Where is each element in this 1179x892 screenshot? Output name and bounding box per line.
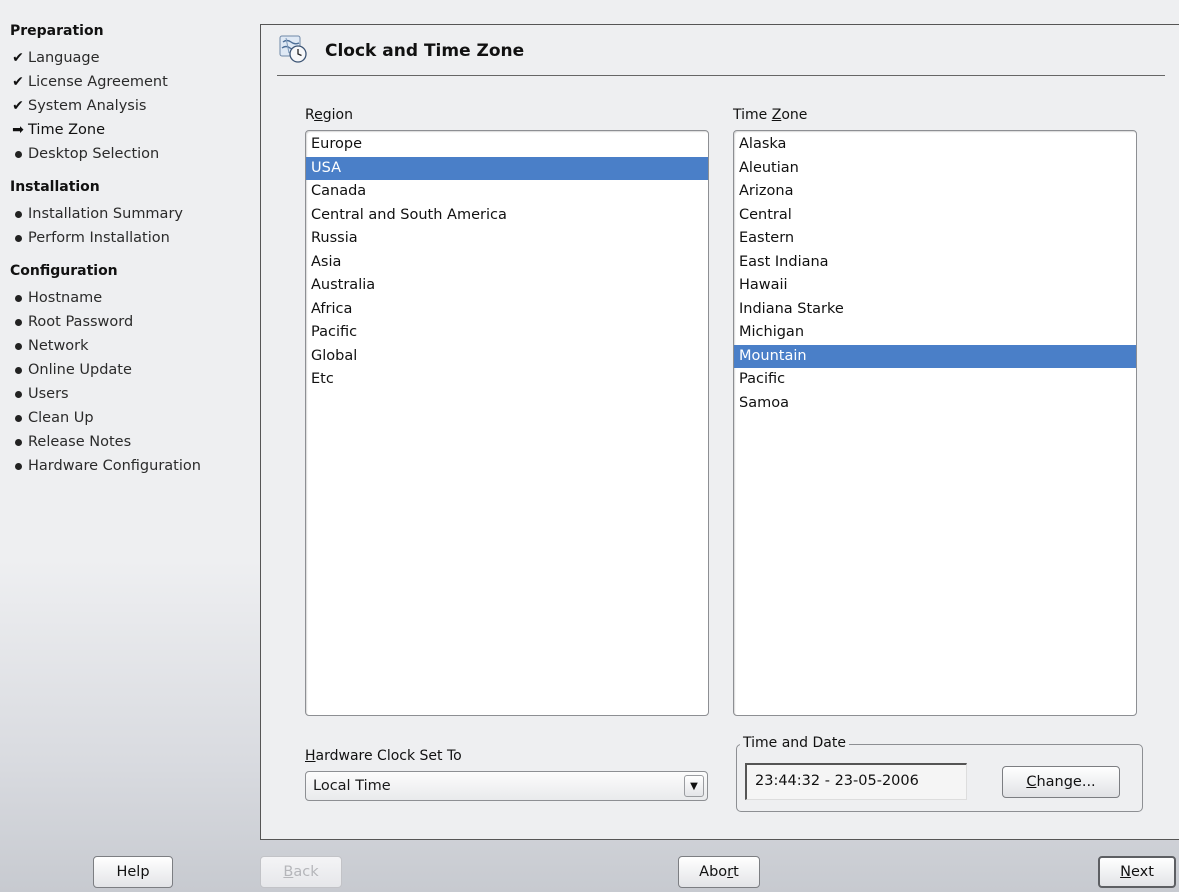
- sidebar-step-time-zone: ➡ Time Zone: [10, 118, 168, 142]
- timezone-option[interactable]: East Indiana: [734, 251, 1136, 275]
- sidebar-step-system-analysis: ✔ System Analysis: [10, 94, 168, 118]
- timezone-option[interactable]: Michigan: [734, 321, 1136, 345]
- timezone-label: Time Zone: [733, 107, 808, 123]
- help-button[interactable]: Help: [93, 856, 173, 888]
- timezone-option[interactable]: Aleutian: [734, 157, 1136, 181]
- region-option[interactable]: Central and South America: [306, 204, 708, 228]
- sidebar-step-clean-up: Clean Up: [10, 406, 201, 430]
- sidebar-step-label: Release Notes: [28, 434, 132, 450]
- region-option[interactable]: Asia: [306, 251, 708, 275]
- sidebar-step-label: Hostname: [28, 290, 103, 306]
- bullet-icon: [10, 151, 26, 158]
- sidebar-step-label: Time Zone: [28, 122, 106, 138]
- sidebar-step-label: Hardware Configuration: [28, 458, 201, 474]
- sidebar-step-label: Online Update: [28, 362, 132, 378]
- region-option[interactable]: Etc: [306, 368, 708, 392]
- sidebar-step-label: Clean Up: [28, 410, 94, 426]
- main-panel: Clock and Time Zone Region Europe USA Cana…: [260, 24, 1179, 840]
- sidebar-step-hostname: Hostname: [10, 286, 201, 310]
- sidebar-step-language: ✔ Language: [10, 46, 168, 70]
- back-button[interactable]: Back: [260, 856, 342, 888]
- region-listbox[interactable]: Europe USA Canada Central and South America…: [305, 130, 709, 716]
- timezone-option[interactable]: Arizona: [734, 180, 1136, 204]
- sidebar-step-label: Perform Installation: [28, 230, 170, 246]
- bullet-icon: [10, 319, 26, 326]
- time-date-display: 23:44:32 - 23-05-2006: [745, 763, 967, 800]
- hardware-clock-label: Hardware Clock Set To: [305, 748, 462, 764]
- page-title: Clock and Time Zone: [325, 41, 525, 61]
- time-and-date-group: Time and Date 23:44:32 - 23-05-2006 Chan…: [736, 735, 1143, 812]
- region-label: Region: [305, 107, 353, 123]
- bullet-icon: [10, 211, 26, 218]
- sidebar-step-license-agreement: ✔ License Agreement: [10, 70, 168, 94]
- region-option[interactable]: Pacific: [306, 321, 708, 345]
- sidebar-step-label: Desktop Selection: [28, 146, 160, 162]
- region-option[interactable]: Russia: [306, 227, 708, 251]
- bullet-icon: [10, 235, 26, 242]
- bullet-icon: [10, 391, 26, 398]
- timezone-option[interactable]: Hawaii: [734, 274, 1136, 298]
- sidebar-step-label: Root Password: [28, 314, 134, 330]
- sidebar-step-users: Users: [10, 382, 201, 406]
- timezone-option[interactable]: Pacific: [734, 368, 1136, 392]
- change-time-button[interactable]: Change...: [1002, 766, 1120, 798]
- timezone-option[interactable]: Indiana Starke: [734, 298, 1136, 322]
- hardware-clock-select[interactable]: Local Time ▼: [305, 771, 708, 801]
- sidebar-step-installation-summary: Installation Summary: [10, 202, 183, 226]
- region-option[interactable]: Europe: [306, 133, 708, 157]
- installation-steps-sidebar: Preparation ✔ Language ✔ License Agreement ✔…: [0, 0, 256, 830]
- sidebar-section-installation: Installation Installation Summary Perform…: [10, 178, 183, 250]
- hardware-clock-value: Local Time: [313, 778, 391, 794]
- timezone-listbox[interactable]: Alaska Aleutian Arizona Central Eastern East …: [733, 130, 1137, 716]
- time-and-date-legend: Time and Date: [740, 735, 849, 751]
- checkmark-icon: ✔: [12, 98, 24, 114]
- bullet-icon: [10, 439, 26, 446]
- sidebar-step-desktop-selection: Desktop Selection: [10, 142, 168, 166]
- sidebar-section-title: Preparation: [10, 23, 104, 39]
- timezone-option[interactable]: Alaska: [734, 133, 1136, 157]
- sidebar-step-label: Network: [28, 338, 89, 354]
- current-arrow-icon: ➡: [12, 122, 24, 138]
- header-divider: [277, 75, 1165, 76]
- sidebar-step-label: License Agreement: [28, 74, 168, 90]
- checkmark-icon: ✔: [12, 74, 24, 90]
- sidebar-step-label: Installation Summary: [28, 206, 183, 222]
- sidebar-step-label: Language: [28, 50, 100, 66]
- dropdown-arrow-icon[interactable]: ▼: [684, 775, 704, 797]
- sidebar-step-label: Users: [28, 386, 69, 402]
- next-button[interactable]: Next: [1098, 856, 1176, 888]
- page-header: Clock and Time Zone: [277, 35, 524, 67]
- sidebar-step-root-password: Root Password: [10, 310, 201, 334]
- timezone-option[interactable]: Samoa: [734, 392, 1136, 416]
- sidebar-step-hardware-configuration: Hardware Configuration: [10, 454, 201, 478]
- abort-button[interactable]: Abo r t: [678, 856, 760, 888]
- sidebar-step-label: System Analysis: [28, 98, 147, 114]
- region-option[interactable]: Africa: [306, 298, 708, 322]
- bullet-icon: [10, 295, 26, 302]
- sidebar-section-title: Configuration: [10, 263, 118, 279]
- checkmark-icon: ✔: [12, 50, 24, 66]
- sidebar-step-online-update: Online Update: [10, 358, 201, 382]
- region-option[interactable]: Australia: [306, 274, 708, 298]
- sidebar-step-release-notes: Release Notes: [10, 430, 201, 454]
- region-option[interactable]: Canada: [306, 180, 708, 204]
- sidebar-section-preparation: Preparation ✔ Language ✔ License Agreement ✔…: [10, 22, 168, 166]
- sidebar-step-perform-installation: Perform Installation: [10, 226, 183, 250]
- region-option[interactable]: USA: [306, 156, 708, 180]
- sidebar-step-network: Network: [10, 334, 201, 358]
- timezone-option[interactable]: Eastern: [734, 227, 1136, 251]
- region-option[interactable]: Global: [306, 345, 708, 369]
- sidebar-section-configuration: Configuration Hostname Root Password Netwo…: [10, 262, 201, 478]
- bullet-icon: [10, 367, 26, 374]
- bullet-icon: [10, 463, 26, 470]
- timezone-option[interactable]: Mountain: [734, 344, 1136, 368]
- bullet-icon: [10, 343, 26, 350]
- bullet-icon: [10, 415, 26, 422]
- sidebar-section-title: Installation: [10, 179, 100, 195]
- clock-globe-icon: [277, 33, 309, 69]
- timezone-option[interactable]: Central: [734, 204, 1136, 228]
